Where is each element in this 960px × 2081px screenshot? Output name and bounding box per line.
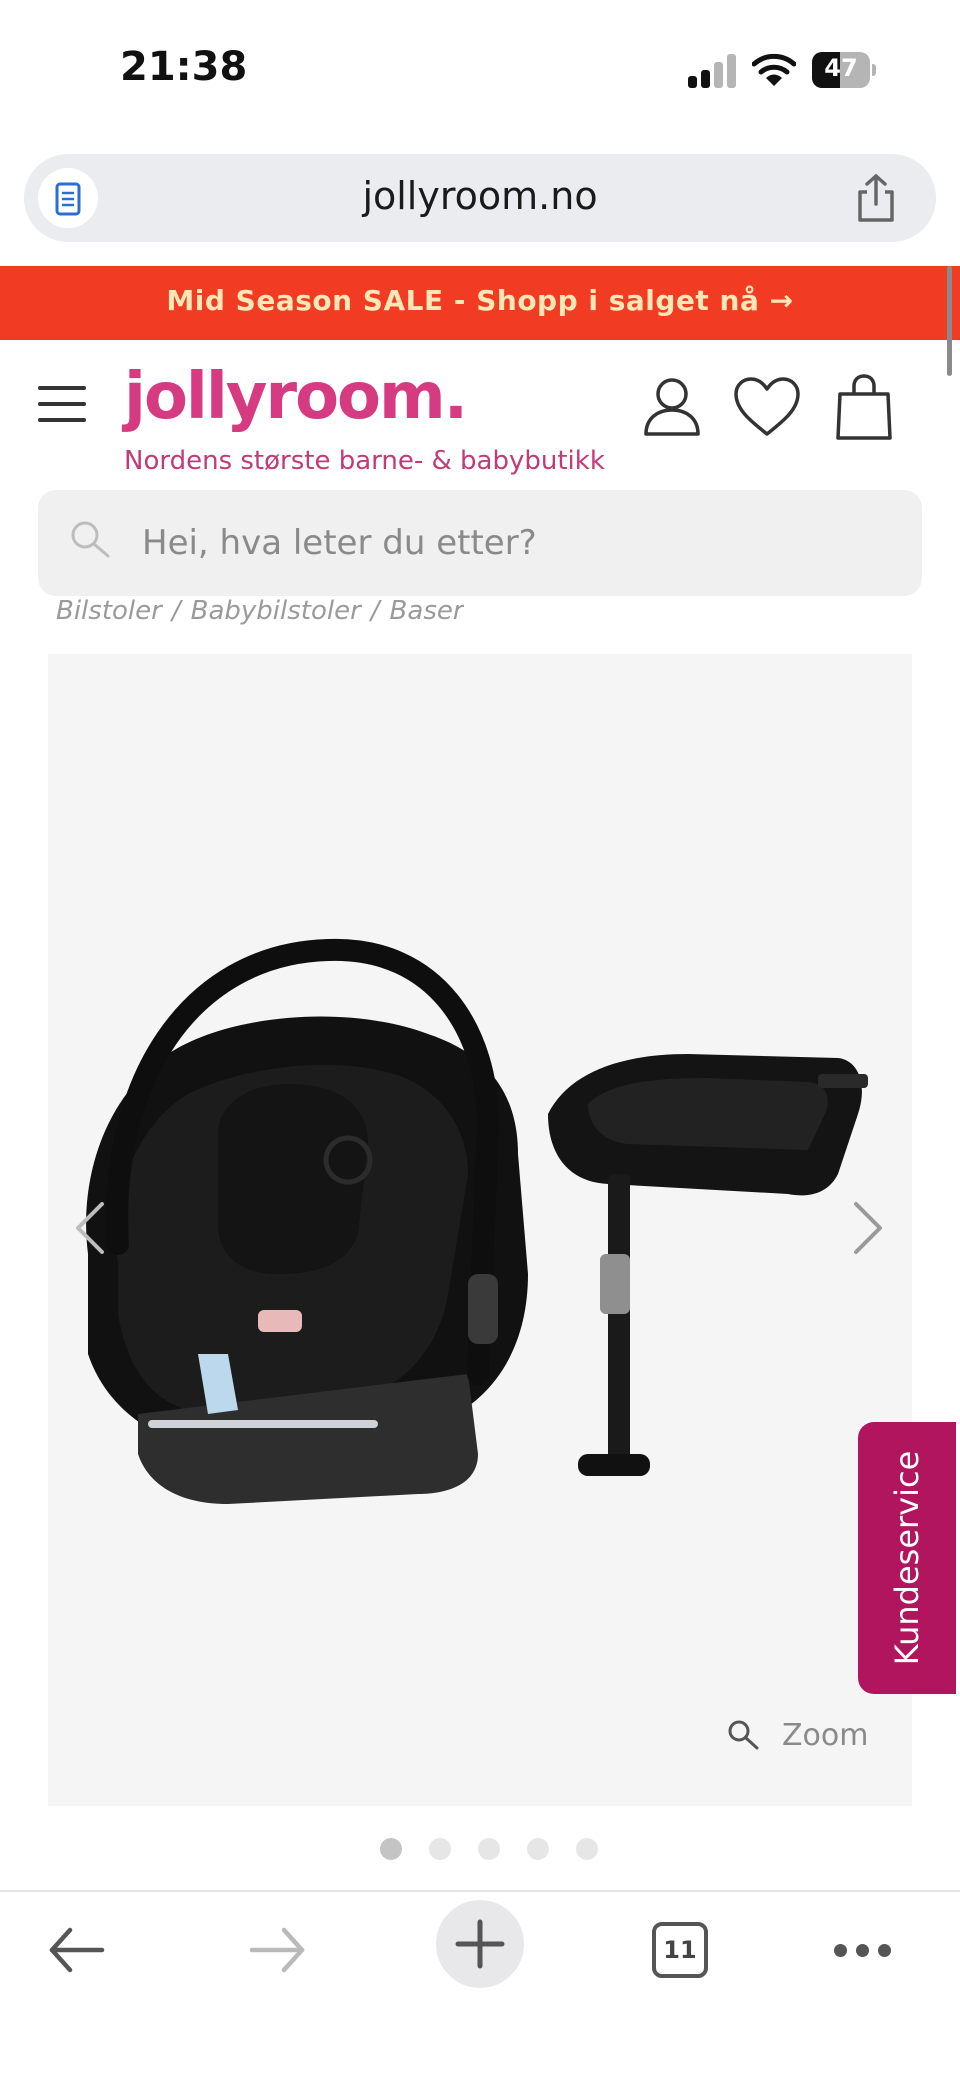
forward-arrow-icon[interactable] — [248, 1922, 308, 1978]
share-icon[interactable] — [850, 172, 902, 224]
search-icon — [68, 518, 112, 562]
carousel-dot[interactable] — [576, 1838, 598, 1860]
breadcrumb-separator: / — [171, 596, 181, 626]
tabs-icon[interactable]: 11 — [652, 1922, 708, 1978]
shopping-bag-icon[interactable] — [834, 372, 894, 442]
page: 21:38 47 jollyroom.no Mid Season SALE - … — [0, 0, 960, 2081]
battery-icon: 47 — [812, 52, 876, 88]
status-bar: 21:38 47 — [0, 0, 960, 140]
chevron-left-icon[interactable] — [70, 1198, 110, 1258]
address-bar[interactable]: jollyroom.no — [24, 154, 936, 242]
customer-service-tab[interactable]: Kundeservice — [858, 1422, 956, 1694]
product-photo — [86, 938, 868, 1504]
search-box[interactable] — [38, 490, 922, 596]
breadcrumb: Bilstoler / Babybilstoler / Baser — [56, 596, 464, 630]
url-text[interactable]: jollyroom.no — [24, 174, 936, 218]
browser-toolbar: 11 — [0, 1890, 960, 2081]
search-input[interactable] — [142, 490, 902, 596]
status-time: 21:38 — [120, 44, 248, 90]
signal-icon — [688, 54, 738, 88]
carousel-dot[interactable] — [527, 1838, 549, 1860]
heart-icon[interactable] — [732, 376, 802, 438]
battery-level: 47 — [824, 54, 858, 82]
more-icon[interactable] — [834, 1944, 894, 1958]
magnifier-icon — [726, 1718, 760, 1752]
customer-service-label[interactable]: Kundeservice — [888, 1451, 926, 1666]
promo-text[interactable]: Mid Season SALE - Shopp i salget nå → — [0, 284, 960, 317]
logo[interactable]: jollyroom. — [124, 360, 468, 434]
back-arrow-icon[interactable] — [46, 1922, 106, 1978]
scrollbar-thumb[interactable] — [947, 266, 952, 376]
breadcrumb-separator: / — [370, 596, 380, 626]
menu-icon[interactable] — [38, 386, 88, 422]
carousel-dot[interactable] — [478, 1838, 500, 1860]
tab-count: 11 — [663, 1936, 697, 1964]
tagline: Nordens største barne- & babybutikk — [124, 446, 605, 476]
chevron-right-icon[interactable] — [848, 1198, 888, 1258]
account-icon[interactable] — [640, 374, 704, 438]
breadcrumb-item-bilstoler[interactable]: Bilstoler — [56, 596, 162, 626]
plus-icon[interactable] — [436, 1900, 524, 1988]
promo-banner[interactable]: Mid Season SALE - Shopp i salget nå → — [0, 266, 960, 340]
carousel-dot[interactable] — [429, 1838, 451, 1860]
zoom-label[interactable]: Zoom — [782, 1718, 868, 1753]
carousel-dot[interactable] — [380, 1838, 402, 1860]
wifi-icon — [751, 52, 797, 88]
breadcrumb-item-babybilstoler[interactable]: Babybilstoler — [191, 596, 361, 626]
product-image[interactable] — [48, 654, 912, 1806]
breadcrumb-item-baser[interactable]: Baser — [390, 596, 464, 626]
